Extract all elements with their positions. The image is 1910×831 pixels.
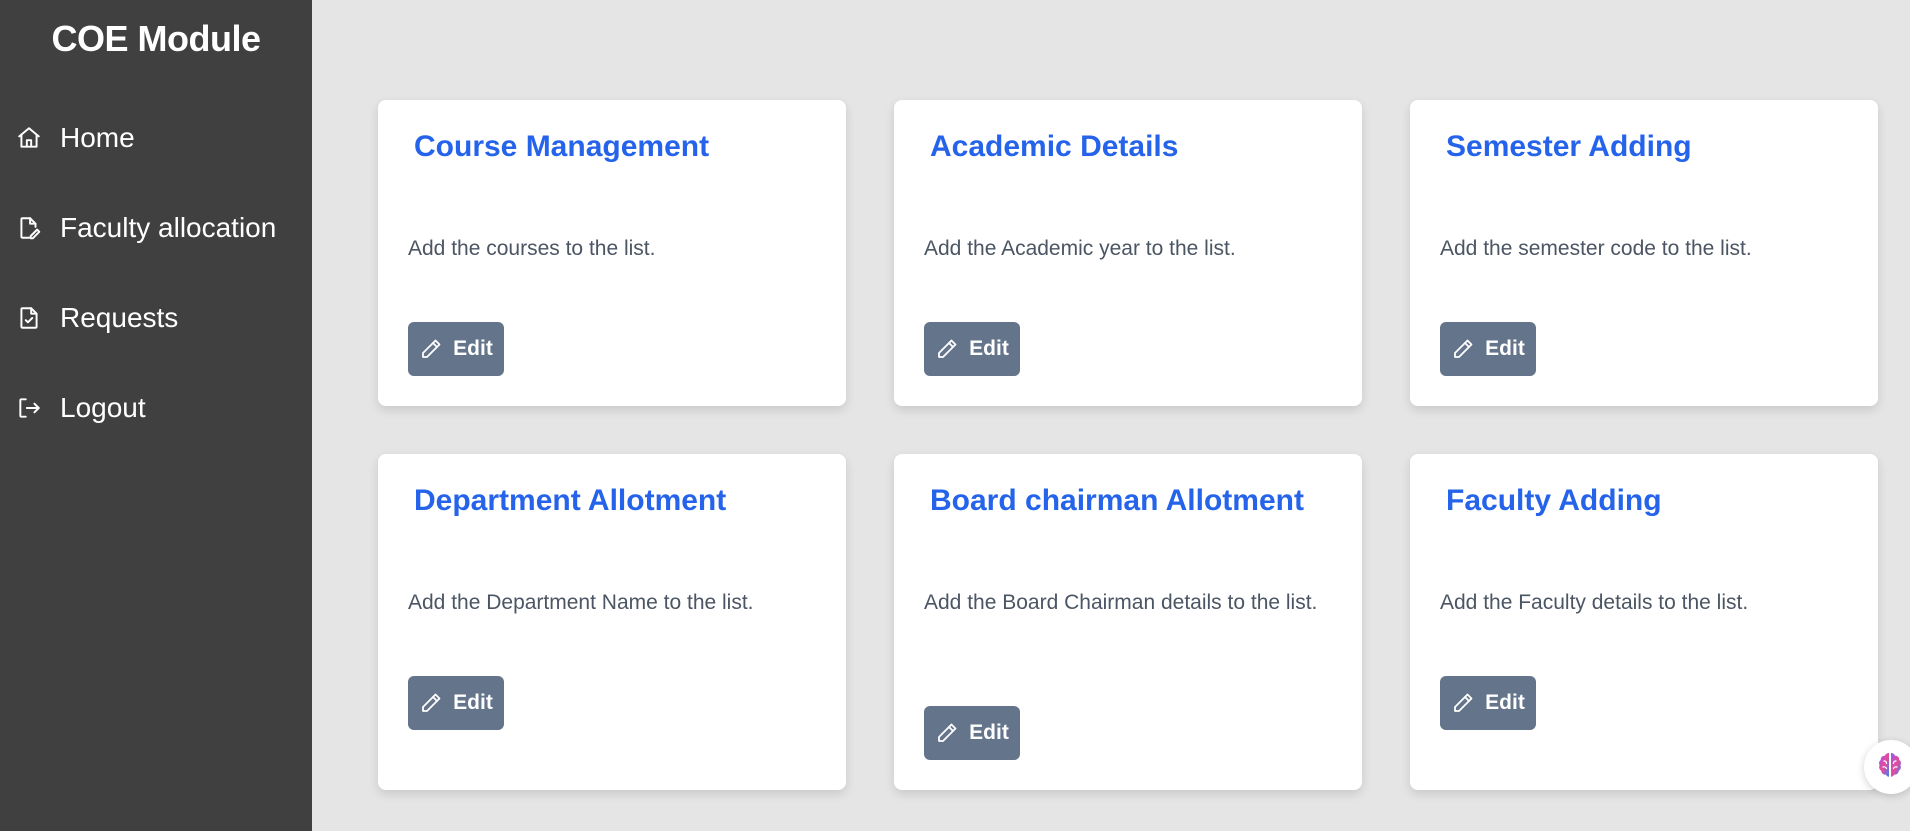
card-title: Department Allotment [414, 484, 727, 517]
edit-button[interactable]: Edit [924, 322, 1020, 376]
card-board-chairman-allotment: Board chairman Allotment Add the Board C… [894, 454, 1362, 790]
card-semester-adding: Semester Adding Add the semester code to… [1410, 100, 1878, 406]
pencil-icon [419, 691, 443, 715]
edit-button-label: Edit [1485, 337, 1525, 360]
pencil-icon [935, 721, 959, 745]
edit-button[interactable]: Edit [408, 322, 504, 376]
assistant-launcher-button[interactable] [1864, 740, 1910, 794]
card-description: Add the Academic year to the list. [924, 237, 1236, 260]
edit-button[interactable]: Edit [1440, 322, 1536, 376]
sidebar-item-home[interactable]: Home [14, 116, 135, 160]
sidebar-item-label: Logout [60, 392, 146, 423]
card-department-allotment: Department Allotment Add the Department … [378, 454, 846, 790]
edit-button[interactable]: Edit [408, 676, 504, 730]
sidebar-item-logout[interactable]: Logout [14, 386, 146, 430]
edit-button-label: Edit [969, 337, 1009, 360]
card-title: Academic Details [930, 130, 1179, 163]
edit-button-label: Edit [969, 721, 1009, 744]
file-edit-icon [14, 213, 44, 243]
card-title: Semester Adding [1446, 130, 1692, 163]
card-description: Add the semester code to the list. [1440, 237, 1752, 260]
card-title: Course Management [414, 130, 710, 163]
app-root: COE Module Home Faculty allocation Reque… [0, 0, 1910, 831]
sidebar-item-label: Requests [60, 302, 179, 333]
card-description: Add the Board Chairman details to the li… [924, 591, 1318, 614]
home-icon [14, 123, 44, 153]
edit-button-label: Edit [453, 337, 493, 360]
card-description: Add the Department Name to the list. [408, 591, 754, 614]
sidebar: COE Module Home Faculty allocation Reque… [0, 0, 312, 831]
card-faculty-adding: Faculty Adding Add the Faculty details t… [1410, 454, 1878, 790]
pencil-icon [935, 337, 959, 361]
card-description: Add the courses to the list. [408, 237, 656, 260]
file-check-icon [14, 303, 44, 333]
edit-button[interactable]: Edit [1440, 676, 1536, 730]
card-title: Board chairman Allotment [930, 484, 1304, 517]
edit-button[interactable]: Edit [924, 706, 1020, 760]
logout-icon [14, 393, 44, 423]
app-title: COE Module [51, 18, 262, 59]
sidebar-item-requests[interactable]: Requests [14, 296, 178, 340]
sidebar-item-label: Faculty allocation [60, 212, 277, 243]
card-academic-details: Academic Details Add the Academic year t… [894, 100, 1362, 406]
sidebar-item-faculty-allocation[interactable]: Faculty allocation [14, 206, 276, 250]
main-content: Course Management Add the courses to the… [312, 0, 1910, 831]
pencil-icon [1451, 337, 1475, 361]
edit-button-label: Edit [1485, 691, 1525, 714]
sidebar-item-label: Home [60, 122, 135, 153]
brain-icon [1874, 749, 1906, 786]
pencil-icon [1451, 691, 1475, 715]
card-title: Faculty Adding [1446, 484, 1662, 517]
card-description: Add the Faculty details to the list. [1440, 591, 1749, 614]
edit-button-label: Edit [453, 691, 493, 714]
card-course-management: Course Management Add the courses to the… [378, 100, 846, 406]
pencil-icon [419, 337, 443, 361]
